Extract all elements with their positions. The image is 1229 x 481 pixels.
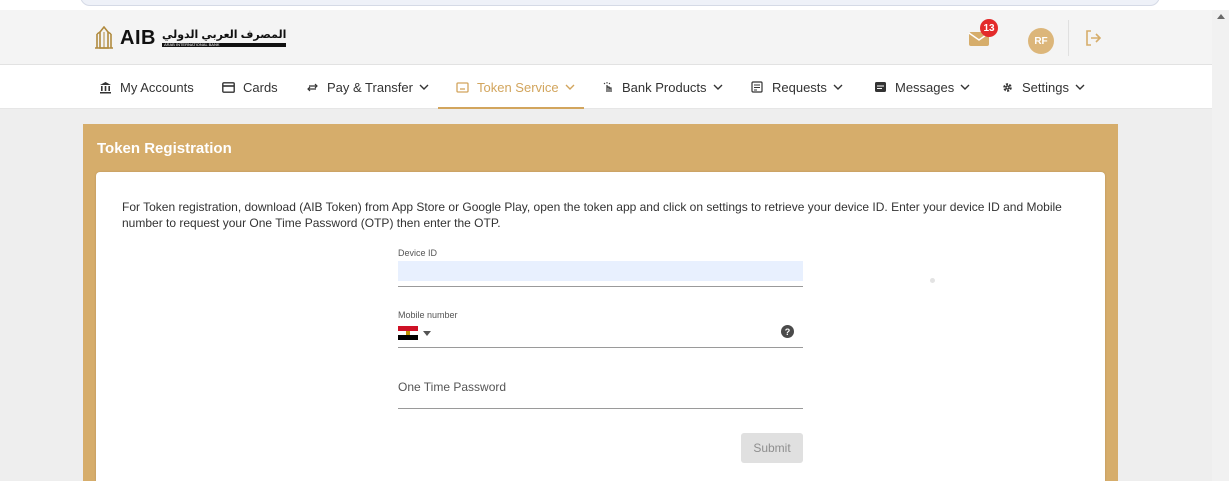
page-scrollbar[interactable] xyxy=(1212,10,1229,481)
egypt-flag-icon[interactable] xyxy=(398,326,418,340)
nav-label: Messages xyxy=(895,79,955,95)
otp-input[interactable]: One Time Password xyxy=(398,380,506,394)
header-divider xyxy=(1068,20,1069,56)
nav-item-settings[interactable]: Settings xyxy=(1000,65,1085,109)
nav-label: Cards xyxy=(243,79,278,95)
submit-button[interactable]: Submit xyxy=(741,433,803,463)
browser-address-bar[interactable] xyxy=(80,0,1160,6)
logo-subtext: ARAB INTERNATIONAL BANK xyxy=(161,42,287,47)
nav-item-requests[interactable]: Requests xyxy=(750,65,843,109)
logo-arabic-text: المصرف العربي الدولي xyxy=(161,28,287,41)
browser-strip xyxy=(0,0,1229,10)
nav-label: Settings xyxy=(1022,79,1069,95)
gear-icon xyxy=(1000,80,1014,94)
nav-label: Token Service xyxy=(477,79,559,95)
otp-underline xyxy=(398,408,803,409)
device-id-underline xyxy=(398,286,803,287)
nav-item-cards[interactable]: Cards xyxy=(221,65,278,109)
bank-logo[interactable]: AIB المصرف العربي الدولي ARAB INTERNATIO… xyxy=(92,26,287,50)
chevron-down-icon xyxy=(565,84,575,90)
messages-icon xyxy=(873,80,887,94)
nav-item-messages[interactable]: Messages xyxy=(873,65,970,109)
logout-icon[interactable] xyxy=(1084,29,1102,47)
mobile-number-label: Mobile number xyxy=(398,310,458,320)
aib-emblem-icon xyxy=(95,26,113,49)
chevron-down-icon xyxy=(1075,84,1085,90)
nav-item-my-accounts[interactable]: My Accounts xyxy=(98,65,194,109)
instructions-text: For Token registration, download (AIB To… xyxy=(122,200,1062,230)
mobile-number-field: Mobile number xyxy=(398,310,803,320)
nav-label: Requests xyxy=(772,79,827,95)
nav-item-pay-transfer[interactable]: Pay & Transfer xyxy=(305,65,429,109)
touch-icon xyxy=(600,80,614,94)
nav-label: My Accounts xyxy=(120,79,194,95)
nav-item-token-service[interactable]: Token Service xyxy=(455,65,575,109)
page-title: Token Registration xyxy=(97,140,232,157)
transfer-icon xyxy=(305,80,319,94)
help-icon[interactable]: ? xyxy=(781,325,794,338)
mobile-number-underline xyxy=(398,347,803,348)
chevron-down-icon xyxy=(960,84,970,90)
chevron-down-icon xyxy=(833,84,843,90)
scroll-up-arrow-icon[interactable] xyxy=(1217,14,1225,19)
device-id-field: Device ID xyxy=(398,248,803,258)
chevron-down-icon xyxy=(419,84,429,90)
bank-icon xyxy=(98,80,112,94)
device-id-label: Device ID xyxy=(398,248,438,258)
logo-arabic-block: المصرف العربي الدولي ARAB INTERNATIONAL … xyxy=(161,28,287,47)
decorative-dot xyxy=(930,278,935,283)
country-dropdown-caret-icon[interactable] xyxy=(423,331,431,336)
chevron-down-icon xyxy=(713,84,723,90)
token-icon xyxy=(455,80,469,94)
main-nav: My Accounts Cards Pay & Transfer Token S… xyxy=(0,65,1212,109)
card-icon xyxy=(221,80,235,94)
requests-icon xyxy=(750,80,764,94)
nav-label: Bank Products xyxy=(622,79,707,95)
top-header: AIB المصرف العربي الدولي ARAB INTERNATIO… xyxy=(0,10,1212,65)
device-id-input[interactable] xyxy=(398,261,803,281)
nav-item-bank-products[interactable]: Bank Products xyxy=(600,65,723,109)
notification-badge: 13 xyxy=(980,19,998,37)
nav-label: Pay & Transfer xyxy=(327,79,413,95)
avatar[interactable]: RF xyxy=(1028,28,1054,54)
logo-text: AIB xyxy=(120,26,156,49)
active-tab-indicator xyxy=(438,107,584,109)
